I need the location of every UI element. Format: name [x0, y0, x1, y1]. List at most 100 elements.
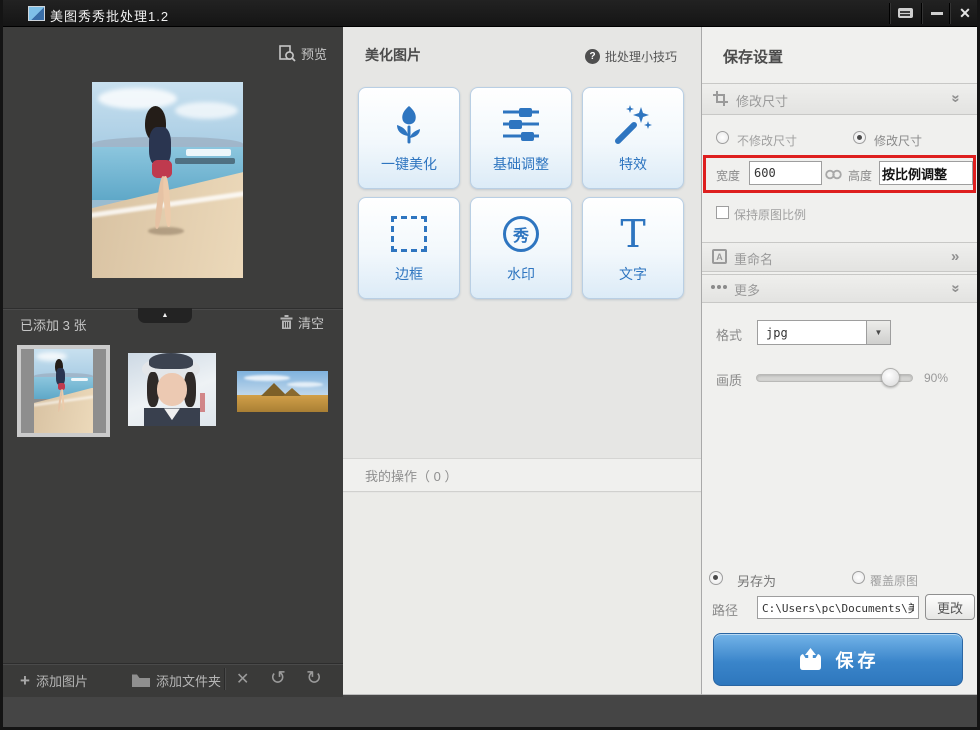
tool-effects[interactable]: 特效	[582, 87, 684, 189]
chevron-down-icon: »	[949, 94, 964, 102]
save-button-label: 保存	[836, 647, 880, 673]
keep-ratio-checkbox[interactable]	[716, 206, 729, 219]
chevron-right-icon: »	[951, 249, 959, 264]
add-folder-button[interactable]: 添加文件夹	[132, 671, 221, 690]
window-frame	[0, 0, 3, 730]
path-input[interactable]	[757, 596, 919, 619]
dropdown-arrow-icon: ▼	[875, 328, 883, 337]
format-label: 格式	[716, 325, 742, 344]
window-title: 美图秀秀批处理1.2	[50, 6, 169, 25]
radio-resize[interactable]	[853, 131, 866, 144]
beach-photo	[92, 82, 243, 278]
tool-border[interactable]: 边框	[358, 197, 460, 299]
minimize-button[interactable]	[923, 0, 951, 26]
radio-save-as[interactable]	[709, 571, 723, 585]
remove-icon: ✕	[236, 671, 249, 688]
save-export-icon	[797, 648, 824, 672]
rotate-left-button[interactable]: ↺	[270, 669, 286, 688]
minimize-icon	[931, 12, 943, 15]
thumbnail-beach-photo	[34, 349, 93, 433]
preview-magnifier-icon	[279, 45, 296, 62]
resize-highlight-box	[703, 155, 976, 193]
save-button[interactable]: 保存	[713, 633, 963, 686]
close-button[interactable]: ✕	[951, 0, 979, 26]
frame-icon	[391, 212, 427, 256]
tool-one-key-beautify[interactable]: 一键美化	[358, 87, 460, 189]
tool-label: 一键美化	[381, 154, 437, 174]
my-operations-bar[interactable]: 我的操作（ 0 ）	[343, 458, 701, 492]
keep-ratio-label[interactable]: 保持原图比例	[734, 206, 806, 223]
clear-list-button[interactable]: 清空	[280, 313, 324, 332]
add-folder-label: 添加文件夹	[156, 671, 221, 690]
watermark-icon: 秀	[503, 212, 539, 256]
format-select[interactable]: jpg	[757, 320, 867, 345]
beautify-panel-title: 美化图片	[365, 45, 421, 65]
question-icon: ?	[585, 49, 600, 64]
sliders-icon	[499, 102, 543, 146]
app-window: 美图秀秀批处理1.2 ✕ 河东软件园 www.pc0359.cn 预览	[0, 0, 980, 730]
titlebar-separator	[921, 3, 922, 24]
bottom-strip	[0, 697, 980, 727]
add-image-label: 添加图片	[36, 671, 88, 690]
tool-label: 水印	[507, 264, 535, 284]
change-path-button[interactable]: 更改	[925, 594, 975, 620]
path-label: 路径	[712, 600, 738, 619]
operations-list-area	[343, 493, 701, 694]
clear-button-label: 清空	[298, 313, 324, 332]
added-count-label: 已添加 3 张	[20, 315, 86, 334]
format-dropdown-button[interactable]: ▼	[866, 320, 891, 345]
tool-label: 文字	[619, 264, 647, 284]
titlebar-separator	[949, 3, 950, 24]
thumbnail-portrait[interactable]	[128, 353, 216, 426]
toolbar-separator	[224, 668, 225, 690]
magic-wand-icon	[612, 102, 654, 146]
tool-label: 基础调整	[493, 154, 549, 174]
quality-label: 画质	[716, 370, 742, 389]
more-section-label: 更多	[734, 280, 760, 299]
save-settings-title: 保存设置	[723, 46, 783, 67]
feedback-button[interactable]	[891, 0, 919, 26]
ellipsis-icon	[711, 285, 715, 289]
quality-slider-thumb[interactable]	[881, 368, 900, 387]
add-image-button[interactable]: + 添加图片	[20, 671, 88, 690]
rotate-right-icon: ↻	[306, 668, 322, 689]
batch-tips-link[interactable]: ? 批处理小技巧	[585, 48, 677, 65]
remove-image-button[interactable]: ✕	[236, 672, 249, 688]
collapse-list-button[interactable]: ▲	[138, 308, 192, 323]
preview-button-label: 预览	[301, 44, 327, 63]
tool-text[interactable]: T 文字	[582, 197, 684, 299]
quality-value: 90%	[924, 371, 948, 385]
tool-label: 特效	[619, 154, 647, 174]
crop-icon	[713, 91, 728, 106]
tool-watermark[interactable]: 秀 水印	[470, 197, 572, 299]
titlebar-separator	[889, 3, 890, 24]
tool-basic-adjust[interactable]: 基础调整	[470, 87, 572, 189]
rotate-left-icon: ↺	[270, 668, 286, 689]
flower-icon	[389, 102, 429, 146]
resize-section-label: 修改尺寸	[736, 91, 788, 110]
radio-no-resize[interactable]	[716, 131, 729, 144]
change-path-label: 更改	[937, 598, 963, 617]
preview-button[interactable]: 预览	[279, 44, 327, 63]
tool-label: 边框	[395, 264, 423, 284]
app-icon	[28, 6, 45, 21]
format-selected-value: jpg	[766, 326, 788, 340]
thumbnail-landscape[interactable]	[237, 371, 328, 412]
my-operations-label: 我的操作（ 0 ）	[365, 466, 457, 485]
collapse-arrow-icon: ▲	[162, 312, 169, 319]
folder-icon	[132, 674, 150, 687]
rotate-right-button[interactable]: ↻	[306, 669, 322, 688]
feedback-icon	[898, 8, 913, 18]
trash-icon	[280, 315, 293, 330]
thumbnail-selected[interactable]	[17, 345, 110, 437]
radio-save-as-label[interactable]: 另存为	[737, 571, 776, 590]
radio-resize-label[interactable]: 修改尺寸	[874, 132, 922, 149]
close-icon: ✕	[959, 5, 971, 22]
rename-icon: A	[712, 249, 727, 264]
title-bar: 美图秀秀批处理1.2 ✕	[0, 0, 980, 27]
radio-overwrite[interactable]	[852, 571, 865, 584]
radio-overwrite-label[interactable]: 覆盖原图	[870, 572, 918, 589]
text-icon: T	[620, 212, 645, 256]
main-preview-image	[92, 82, 243, 278]
radio-no-resize-label[interactable]: 不修改尺寸	[737, 132, 797, 149]
